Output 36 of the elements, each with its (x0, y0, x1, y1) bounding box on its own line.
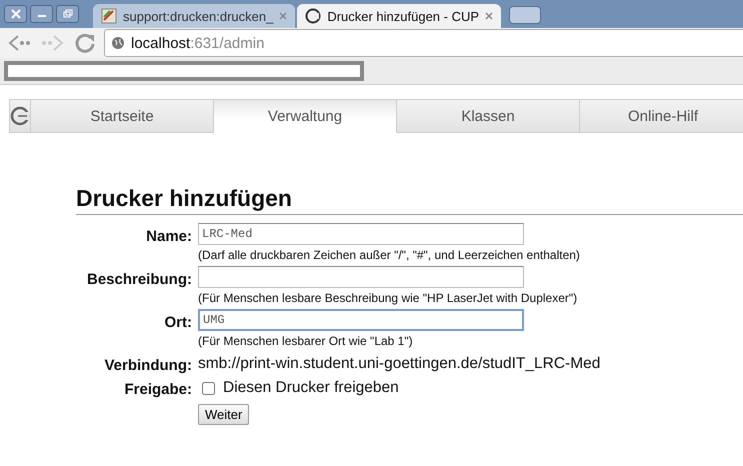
field-hint: (Für Menschen lesbare Beschreibung wie "HP LaserJet with Duplexer") (198, 291, 578, 305)
checkbox-label: Diesen Drucker freigeben (223, 378, 399, 397)
field-hint: (Darf alle druckbaren Zeichen außer "/", "#", und Leerzeichen enthalten) (198, 248, 580, 262)
connection-uri: smb://print-win.student.uni-goettingen.de/studIT_LRC-Med (198, 354, 600, 373)
text-field[interactable]: UMG (198, 309, 524, 331)
cups-logo-icon (10, 106, 30, 126)
field-label: Freigabe: (123, 380, 192, 398)
close-icon[interactable] (4, 5, 27, 23)
reload-icon[interactable] (74, 32, 96, 54)
text-field[interactable] (198, 266, 524, 288)
close-icon[interactable] (485, 12, 494, 20)
browser-tab[interactable]: Drucker hinzufügen - CUP (297, 4, 502, 28)
minimize-icon[interactable] (30, 5, 53, 23)
nav-tab[interactable]: Startseite (31, 99, 214, 133)
back-icon[interactable] (6, 33, 32, 53)
field-hint: (Für Menschen lesbarer Ort wie "Lab 1") (198, 334, 413, 348)
tab-title: support:drucken:drucken_ (123, 8, 274, 24)
field-label: Ort: (164, 313, 192, 333)
page-heading: Drucker hinzufügen (76, 185, 743, 215)
text-field[interactable]: LRC-Med (198, 223, 524, 245)
tab-title: Drucker hinzufügen - CUP (327, 8, 480, 24)
checkbox[interactable] (202, 382, 215, 394)
nav-tab[interactable]: Verwaltung (214, 99, 397, 133)
restore-icon[interactable] (56, 5, 79, 23)
submit-button[interactable]: Weiter (198, 404, 250, 425)
new-tab-button[interactable] (509, 6, 542, 24)
field-label: Name: (145, 227, 192, 247)
address-bar[interactable]: localhost:631/admin (104, 29, 743, 57)
browser-tab[interactable]: support:drucken:drucken_ (93, 4, 296, 28)
nav-logo-tab[interactable] (9, 99, 31, 133)
pencil-icon (101, 8, 117, 24)
field-label: Verbindung: (104, 356, 192, 374)
field-label: Beschreibung: (86, 270, 192, 290)
cups-logo-icon (305, 8, 322, 24)
nav-tab[interactable]: Online-Hilf (580, 99, 743, 133)
nav-tab[interactable]: Klassen (397, 99, 580, 133)
